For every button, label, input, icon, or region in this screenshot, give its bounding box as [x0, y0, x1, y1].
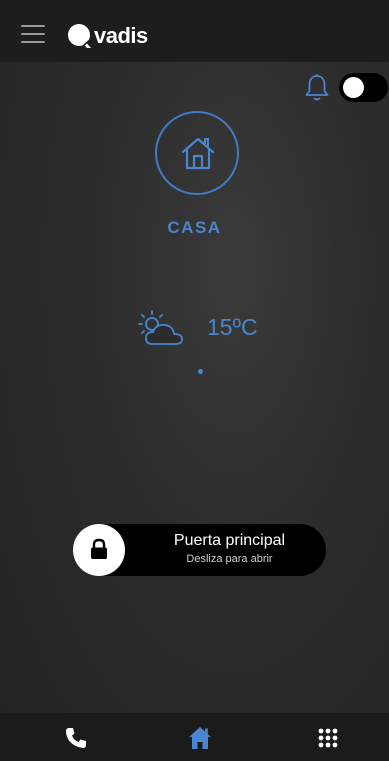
keypad-icon[interactable]	[315, 725, 341, 751]
bottom-nav	[0, 713, 389, 761]
app-logo: vadis	[67, 22, 148, 50]
home-icon	[181, 137, 215, 170]
notifications-toggle[interactable]	[339, 73, 388, 102]
lock-icon	[91, 538, 107, 559]
phone-icon[interactable]	[63, 725, 89, 751]
temperature-value: 15ºC	[207, 314, 258, 340]
door-unlock-slider[interactable]: Puerta principal Desliza para abrir	[73, 524, 326, 576]
place-label: CASA	[167, 218, 222, 237]
bell-icon[interactable]	[304, 73, 330, 103]
partly-cloudy-icon	[136, 309, 186, 349]
logo-text: vadis	[94, 23, 148, 48]
logo-q-mark	[67, 23, 93, 49]
top-bar: vadis	[0, 0, 389, 62]
toggle-knob	[343, 77, 364, 98]
hamburger-menu-icon[interactable]	[21, 25, 45, 43]
slider-handle[interactable]	[73, 524, 125, 576]
place-home-button[interactable]	[155, 111, 239, 195]
nav-home-icon[interactable]	[187, 725, 213, 751]
page-indicator-dot	[198, 369, 203, 374]
door-title: Puerta principal	[173, 532, 286, 549]
door-subtitle: Desliza para abrir	[186, 553, 273, 565]
